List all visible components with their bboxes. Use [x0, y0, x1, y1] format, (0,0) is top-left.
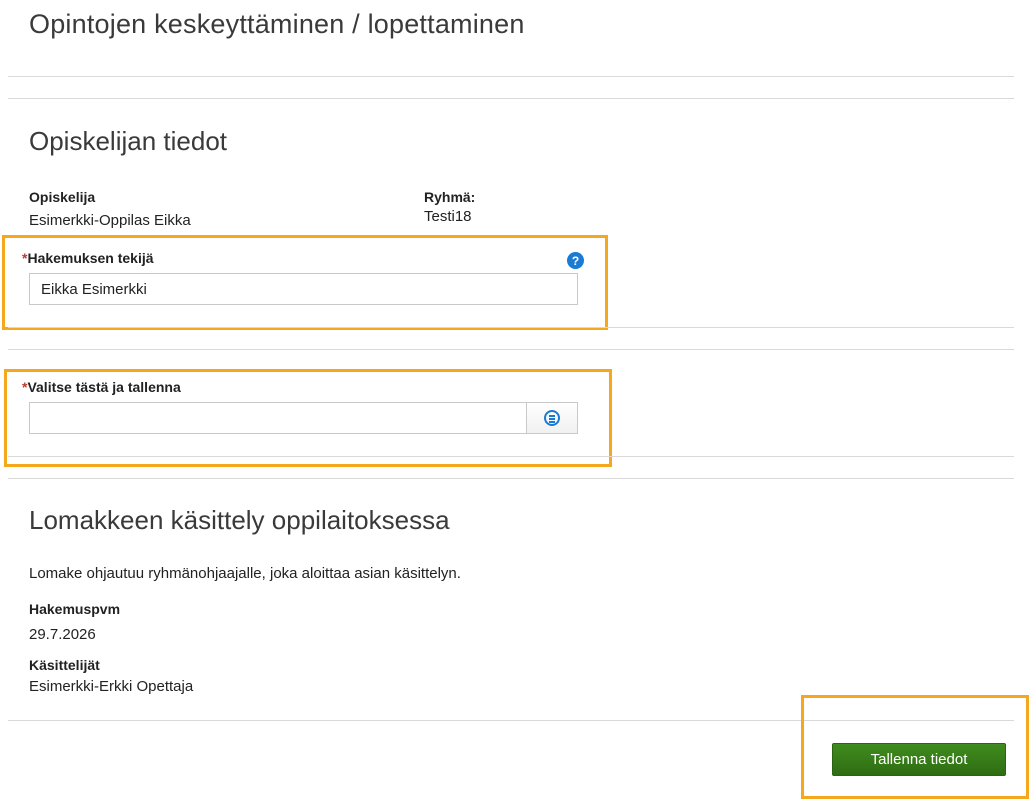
divider: [8, 349, 1014, 350]
handlers-value: Esimerkki-Erkki Opettaja: [29, 678, 194, 695]
student-name: Esimerkki-Oppilas Eikka: [29, 212, 191, 229]
processing-section-title: Lomakkeen käsittely oppilaitoksessa: [29, 505, 450, 535]
processing-description: Lomake ohjautuu ryhmänohjaajalle, joka a…: [29, 565, 461, 582]
highlight-box-save: [801, 695, 1029, 799]
divider: [8, 76, 1014, 77]
divider: [8, 327, 1014, 328]
group-value: Testi18: [424, 208, 472, 225]
group-label: Ryhmä:: [424, 189, 476, 205]
student-section-title: Opiskelijan tiedot: [29, 126, 227, 156]
highlight-box-choice: [4, 369, 612, 467]
divider: [8, 478, 1014, 479]
handlers-label: Käsittelijät: [29, 657, 100, 673]
divider: [8, 456, 1014, 457]
application-date-value: 29.7.2026: [29, 626, 96, 643]
application-date-label: Hakemuspvm: [29, 601, 121, 617]
highlight-box-applicant: [2, 235, 608, 330]
student-label: Opiskelija: [29, 189, 96, 205]
divider: [8, 98, 1014, 99]
page-title: Opintojen keskeyttäminen / lopettaminen: [29, 9, 525, 39]
